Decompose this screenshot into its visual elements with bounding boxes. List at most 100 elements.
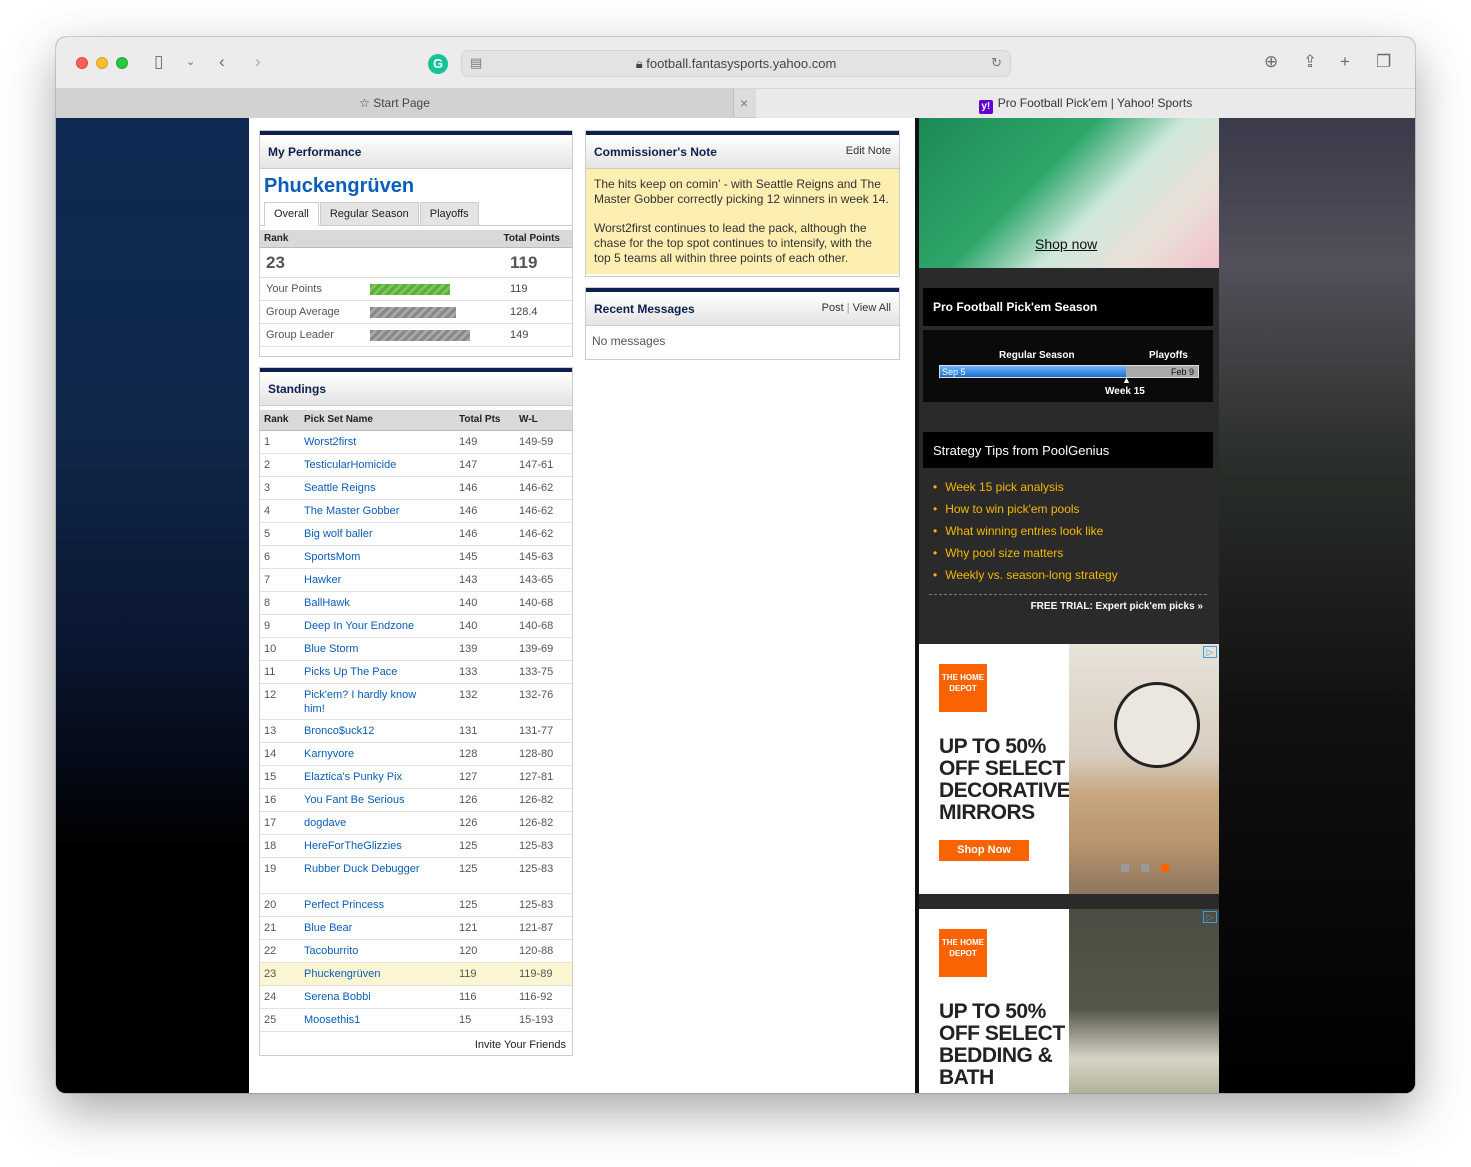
pick-set-link[interactable]: Picks Up The Pace bbox=[304, 666, 397, 678]
share-icon[interactable]: ⇪ bbox=[1303, 51, 1317, 73]
pick-set-link[interactable]: Worst2first bbox=[304, 436, 356, 448]
tab-yahoo-pickem[interactable]: y! Pro Football Pick'em | Yahoo! Sports bbox=[756, 89, 1415, 118]
pick-set-link[interactable]: Seattle Reigns bbox=[304, 482, 376, 494]
tab-playoffs[interactable]: Playoffs bbox=[419, 202, 479, 225]
pick-set-link[interactable]: Deep In Your Endzone bbox=[304, 620, 414, 632]
post-link[interactable]: Post bbox=[822, 302, 844, 314]
reload-icon[interactable]: ↻ bbox=[991, 55, 1002, 71]
adchoices-icon[interactable]: ▷ bbox=[1203, 646, 1217, 658]
tab-start-page[interactable]: ☆ Start Page bbox=[56, 89, 734, 118]
main-content: My Performance Phuckengrüven Overall Regu… bbox=[249, 118, 915, 1093]
current-week-marker-icon: ▲ bbox=[1122, 375, 1131, 385]
pick-set-link[interactable]: Perfect Princess bbox=[304, 899, 384, 911]
table-row: 14 Karnyvore 128 128-80 bbox=[260, 742, 572, 766]
pick-set-cell: HereForTheGlizzies bbox=[300, 834, 455, 858]
table-row: 7 Hawker 143 143-65 bbox=[260, 568, 572, 592]
rank-cell: 16 bbox=[260, 788, 300, 812]
pick-set-link[interactable]: Pick'em? I hardly know him! bbox=[304, 689, 416, 715]
points-cell: 140 bbox=[455, 614, 515, 638]
tab-overall[interactable]: Overall bbox=[264, 202, 319, 226]
home-depot-ad-mirrors[interactable]: THE HOME DEPOT UP TO 50% OFF SELECT DECO… bbox=[919, 644, 1219, 894]
pick-set-cell: BallHawk bbox=[300, 591, 455, 615]
table-row: 3 Seattle Reigns 146 146-62 bbox=[260, 476, 572, 500]
table-row: 6 SportsMom 145 145-63 bbox=[260, 545, 572, 569]
pick-set-link[interactable]: Elaztica's Punky Pix bbox=[304, 771, 402, 783]
close-window-button[interactable] bbox=[76, 57, 88, 69]
pick-set-cell: Elaztica's Punky Pix bbox=[300, 765, 455, 789]
downloads-icon[interactable]: ⊕ bbox=[1264, 51, 1278, 73]
ad-shop-now-link[interactable]: Shop now bbox=[1035, 236, 1097, 252]
minimize-window-button[interactable] bbox=[96, 57, 108, 69]
table-row: 12 Pick'em? I hardly know him! 132 132-76 bbox=[260, 683, 572, 720]
grammarly-icon[interactable]: G bbox=[428, 54, 448, 74]
wl-cell: 146-62 bbox=[515, 499, 572, 523]
pick-set-link[interactable]: The Master Gobber bbox=[304, 505, 399, 517]
table-row: 9 Deep In Your Endzone 140 140-68 bbox=[260, 614, 572, 638]
new-tab-icon[interactable]: + bbox=[1340, 51, 1350, 73]
pick-set-link[interactable]: Serena Bobbi bbox=[304, 991, 371, 1003]
wl-cell: 131-77 bbox=[515, 719, 572, 743]
pick-set-link[interactable]: Blue Storm bbox=[304, 643, 358, 655]
pick-set-link[interactable]: Karnyvore bbox=[304, 748, 354, 760]
free-trial-link[interactable]: FREE TRIAL: Expert pick'em picks » bbox=[929, 594, 1207, 618]
chevron-down-icon[interactable]: ⌄ bbox=[186, 51, 195, 73]
forward-icon[interactable]: › bbox=[255, 51, 261, 73]
ad-mirror-image bbox=[1069, 644, 1219, 894]
wl-cell: 121-87 bbox=[515, 916, 572, 940]
points-cell: 120 bbox=[455, 939, 515, 963]
home-depot-ad-bedding[interactable]: THE HOME DEPOT UP TO 50% OFF SELECT BEDD… bbox=[919, 909, 1219, 1093]
zoom-window-button[interactable] bbox=[116, 57, 128, 69]
invite-friends-link[interactable]: Invite Your Friends bbox=[260, 1032, 572, 1058]
table-row: 4 The Master Gobber 146 146-62 bbox=[260, 499, 572, 523]
pick-set-link[interactable]: TesticularHomicide bbox=[304, 459, 396, 471]
tip-link[interactable]: Week 15 pick analysis bbox=[933, 478, 1203, 500]
pick-set-cell: TesticularHomicide bbox=[300, 453, 455, 477]
pick-set-link[interactable]: Rubber Duck Debugger bbox=[304, 863, 420, 875]
pick-set-cell: You Fant Be Serious bbox=[300, 788, 455, 812]
sidebar-icon[interactable]: ▯ bbox=[154, 51, 163, 73]
adchoices-icon[interactable]: ▷ bbox=[1203, 911, 1217, 923]
rank-cell: 23 bbox=[260, 962, 300, 986]
points-cell: 133 bbox=[455, 660, 515, 684]
recent-messages-panel: Recent Messages Post | View All No messa… bbox=[585, 287, 900, 360]
pick-set-link[interactable]: Phuckengrüven bbox=[304, 968, 380, 980]
wl-cell: 133-75 bbox=[515, 660, 572, 684]
table-row: 22 Tacoburrito 120 120-88 bbox=[260, 939, 572, 963]
ad-shop-now-button[interactable]: Shop Now bbox=[939, 840, 1029, 861]
pick-set-link[interactable]: Big wolf baller bbox=[304, 528, 372, 540]
pick-set-link[interactable]: SportsMom bbox=[304, 551, 360, 563]
pick-set-link[interactable]: You Fant Be Serious bbox=[304, 794, 405, 806]
pick-set-link[interactable]: Bronco$uck12 bbox=[304, 725, 374, 737]
tip-link[interactable]: How to win pick'em pools bbox=[933, 500, 1203, 522]
background-stadium-left bbox=[56, 118, 249, 1093]
rank-cell: 20 bbox=[260, 893, 300, 917]
tip-link[interactable]: Why pool size matters bbox=[933, 544, 1203, 566]
address-bar[interactable]: ▤ 🔒︎ football.fantasysports.yahoo.com ↻ bbox=[461, 50, 1011, 77]
pick-set-link[interactable]: dogdave bbox=[304, 817, 346, 829]
pick-set-link[interactable]: BallHawk bbox=[304, 597, 350, 609]
pick-set-link[interactable]: Hawker bbox=[304, 574, 341, 586]
pick-set-link[interactable]: Moosethis1 bbox=[304, 1014, 360, 1026]
edit-note-link[interactable]: Edit Note bbox=[846, 145, 891, 157]
panel-title: Commissioner's Note bbox=[594, 145, 717, 159]
pick-set-link[interactable]: Blue Bear bbox=[304, 922, 352, 934]
tips-list: Week 15 pick analysisHow to win pick'em … bbox=[923, 468, 1213, 594]
rank-cell: 3 bbox=[260, 476, 300, 500]
pick-set-link[interactable]: Tacoburrito bbox=[304, 945, 358, 957]
tip-link[interactable]: Weekly vs. season-long strategy bbox=[933, 566, 1203, 588]
wl-cell: 119-89 bbox=[515, 962, 572, 986]
rank-cell: 4 bbox=[260, 499, 300, 523]
tab-overview-icon[interactable]: ❐ bbox=[1376, 51, 1391, 73]
standings-panel: Standings Rank Pick Set Name Total Pts W… bbox=[259, 367, 573, 1056]
rank-cell: 19 bbox=[260, 857, 300, 894]
jewelry-ad[interactable]: Shop now bbox=[919, 118, 1219, 268]
tip-link[interactable]: What winning entries look like bbox=[933, 522, 1203, 544]
team-name[interactable]: Phuckengrüven bbox=[260, 169, 572, 202]
close-tab-icon[interactable]: × bbox=[740, 95, 748, 111]
table-row: 5 Big wolf baller 146 146-62 bbox=[260, 522, 572, 546]
pick-set-cell: Phuckengrüven bbox=[300, 962, 455, 986]
view-all-link[interactable]: View All bbox=[853, 302, 891, 314]
pick-set-link[interactable]: HereForTheGlizzies bbox=[304, 840, 402, 852]
tab-regular-season[interactable]: Regular Season bbox=[319, 202, 419, 225]
back-icon[interactable]: ‹ bbox=[219, 51, 225, 73]
